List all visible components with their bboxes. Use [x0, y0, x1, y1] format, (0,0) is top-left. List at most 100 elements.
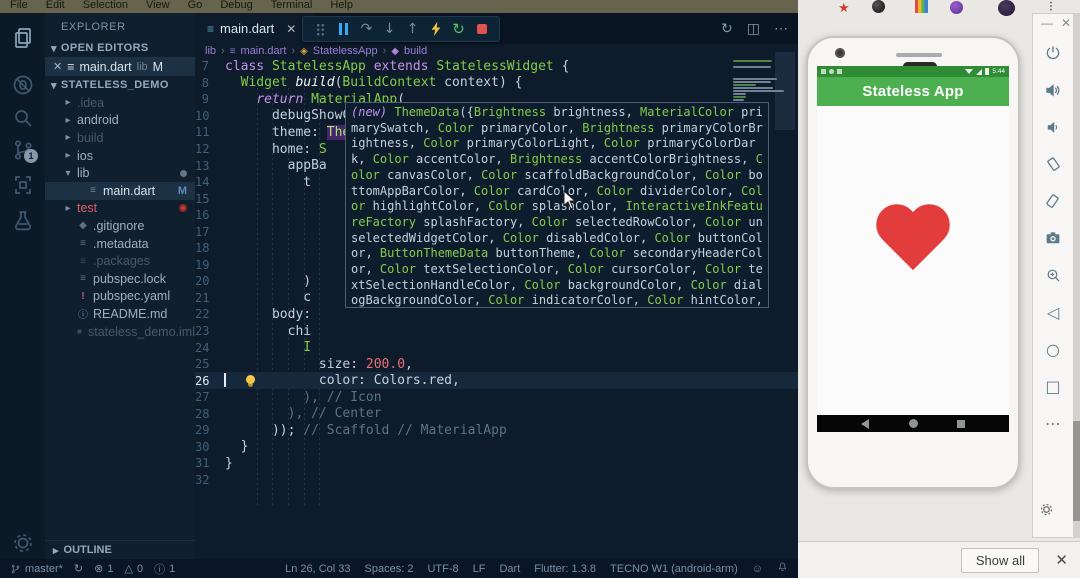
search-icon[interactable]	[0, 103, 45, 133]
restart-button[interactable]: ↻	[450, 20, 468, 38]
volume-down-button[interactable]	[1042, 116, 1064, 138]
menu-edit[interactable]: Edit	[46, 0, 65, 13]
menu-terminal[interactable]: Terminal	[271, 0, 313, 13]
sync-changes-icon[interactable]: ↻	[721, 20, 733, 37]
more-actions-icon[interactable]: ⋯	[774, 20, 788, 37]
breadcrumb-lib[interactable]: lib	[205, 45, 216, 57]
kebab-menu-icon[interactable]: ⋮	[1046, 1, 1056, 12]
tree-item-build[interactable]: ▸build	[45, 129, 195, 147]
code-line-24[interactable]: 24 I	[195, 339, 798, 356]
tree-item-README.md[interactable]: ⓘREADME.md	[45, 305, 195, 323]
line-col-indicator[interactable]: Ln 26, Col 33	[285, 563, 350, 575]
scrollbar-thumb[interactable]	[1073, 421, 1080, 521]
tree-item-test[interactable]: ▸test	[45, 200, 195, 218]
tree-item-android[interactable]: ▸android	[45, 112, 195, 130]
language-indicator[interactable]: Dart	[499, 563, 520, 575]
dark-desktop-icon[interactable]	[998, 0, 1015, 16]
zoom-in-button[interactable]	[1042, 264, 1064, 286]
split-editor-icon[interactable]: ◫	[747, 20, 760, 37]
device-indicator[interactable]: TECNO W1 (android-arm)	[610, 563, 738, 575]
outline-section[interactable]: ▸ OUTLINE	[45, 540, 195, 559]
editor-scrollbar[interactable]	[775, 52, 795, 130]
code-line-22[interactable]: 22 body:	[195, 306, 798, 323]
code-line-31[interactable]: 31}	[195, 455, 798, 472]
menu-debug[interactable]: Debug	[220, 0, 252, 13]
menu-view[interactable]: View	[146, 0, 170, 13]
breadcrumb-main-dart[interactable]: main.dart	[241, 45, 287, 57]
git-branch-indicator[interactable]: master*	[10, 563, 63, 575]
power-button[interactable]	[1042, 42, 1064, 64]
screenshot-camera-button[interactable]	[1042, 227, 1064, 249]
errors-indicator[interactable]: ⊗ 1	[94, 562, 113, 575]
tree-item-main.dart[interactable]: ≡main.dartM	[45, 182, 195, 200]
flutter-version-indicator[interactable]: Flutter: 1.3.8	[534, 563, 596, 575]
back-button[interactable]	[861, 419, 869, 429]
code-line-30[interactable]: 30 }	[195, 439, 798, 456]
tree-item-pubspec.lock[interactable]: ≡pubspec.lock	[45, 270, 195, 288]
tree-item-lib[interactable]: ▾lib	[45, 164, 195, 182]
show-all-button[interactable]: Show all	[961, 548, 1039, 573]
code-line-23[interactable]: 23 chi	[195, 323, 798, 340]
open-editor-main-dart[interactable]: ✕ ≡ main.dart lib M	[45, 57, 195, 76]
project-section[interactable]: ▾ STATELESS_DEMO	[45, 76, 195, 94]
sync-icon[interactable]: ↻	[74, 562, 83, 575]
menu-help[interactable]: Help	[330, 0, 353, 13]
eol-indicator[interactable]: LF	[473, 563, 486, 575]
code-line-29[interactable]: 29 )); // Scaffold // MaterialApp	[195, 422, 798, 439]
toast-close-icon[interactable]: ✕	[1055, 551, 1068, 569]
more-options-button[interactable]: ⋯	[1042, 412, 1064, 434]
minimize-button[interactable]: —	[1041, 16, 1053, 30]
test-flask-icon[interactable]	[0, 206, 45, 236]
indentation-indicator[interactable]: Spaces: 2	[365, 563, 414, 575]
notifications-bell-icon[interactable]	[777, 561, 788, 576]
warnings-indicator[interactable]: △ 0	[124, 562, 143, 575]
code-line-26[interactable]: 26 color: Colors.red,	[195, 372, 798, 389]
code-line-7[interactable]: 7class StatelessApp extends StatelessWid…	[195, 58, 798, 75]
breadcrumb-build[interactable]: build	[404, 45, 427, 57]
sphere-desktop-icon[interactable]	[872, 0, 885, 13]
desktop-scrollbar[interactable]	[1073, 13, 1080, 538]
close-button[interactable]: ✕	[1061, 16, 1071, 30]
star-desktop-icon[interactable]: ★	[838, 0, 850, 16]
code-line-25[interactable]: 25 size: 200.0,	[195, 356, 798, 373]
stop-button[interactable]	[473, 20, 491, 38]
tree-item-.gitignore[interactable]: ◆.gitignore	[45, 217, 195, 235]
feedback-smiley-icon[interactable]: ☺	[752, 563, 763, 575]
hot-reload-button[interactable]	[427, 20, 445, 38]
explorer-icon[interactable]	[0, 23, 45, 53]
tree-item-stateless_demo.iml[interactable]: ■stateless_demo.iml	[45, 323, 195, 341]
editor-layout-icon[interactable]	[0, 170, 45, 200]
menu-go[interactable]: Go	[188, 0, 203, 13]
volume-up-button[interactable]	[1042, 79, 1064, 101]
rotate-right-button[interactable]	[1042, 190, 1064, 212]
drag-handle-icon[interactable]	[312, 20, 330, 38]
encoding-indicator[interactable]: UTF-8	[427, 563, 458, 575]
home-button[interactable]: ○	[1042, 338, 1064, 360]
phone-screen[interactable]: 5:44 Stateless App	[817, 66, 1009, 432]
settings-gear-icon[interactable]	[0, 528, 45, 558]
tree-item-ios[interactable]: ▸ios	[45, 147, 195, 165]
overview-button[interactable]: □	[1042, 375, 1064, 397]
breadcrumb-statelessapp[interactable]: StatelessApp	[313, 45, 378, 57]
code-line-8[interactable]: 8 Widget build(BuildContext context) {	[195, 75, 798, 92]
open-editors-section[interactable]: ▾ OPEN EDITORS	[45, 39, 195, 57]
info-indicator[interactable]: ⓘ 1	[154, 561, 175, 577]
tree-item-.packages[interactable]: ≡.packages	[45, 252, 195, 270]
step-out-button[interactable]: ↑	[404, 20, 422, 38]
back-button[interactable]: ◁	[1042, 301, 1064, 323]
code-line-27[interactable]: 27 ), // Icon	[195, 389, 798, 406]
rotate-left-button[interactable]	[1042, 153, 1064, 175]
no-bug-icon[interactable]	[0, 70, 45, 100]
colorful-desktop-icon[interactable]	[915, 0, 928, 13]
pause-button[interactable]	[335, 20, 353, 38]
menu-selection[interactable]: Selection	[83, 0, 128, 13]
home-button[interactable]	[909, 419, 918, 428]
tab-main-dart[interactable]: ≡ main.dart ✕	[195, 13, 313, 44]
step-over-button[interactable]: ↷	[358, 20, 376, 38]
code-line-28[interactable]: 28 ), // Center	[195, 405, 798, 422]
code-line-32[interactable]: 32	[195, 472, 798, 489]
step-into-button[interactable]: ↓	[381, 20, 399, 38]
tree-item-pubspec.yaml[interactable]: !pubspec.yaml	[45, 288, 195, 306]
tree-item-.metadata[interactable]: ≡.metadata	[45, 235, 195, 253]
close-icon[interactable]: ✕	[53, 60, 62, 73]
